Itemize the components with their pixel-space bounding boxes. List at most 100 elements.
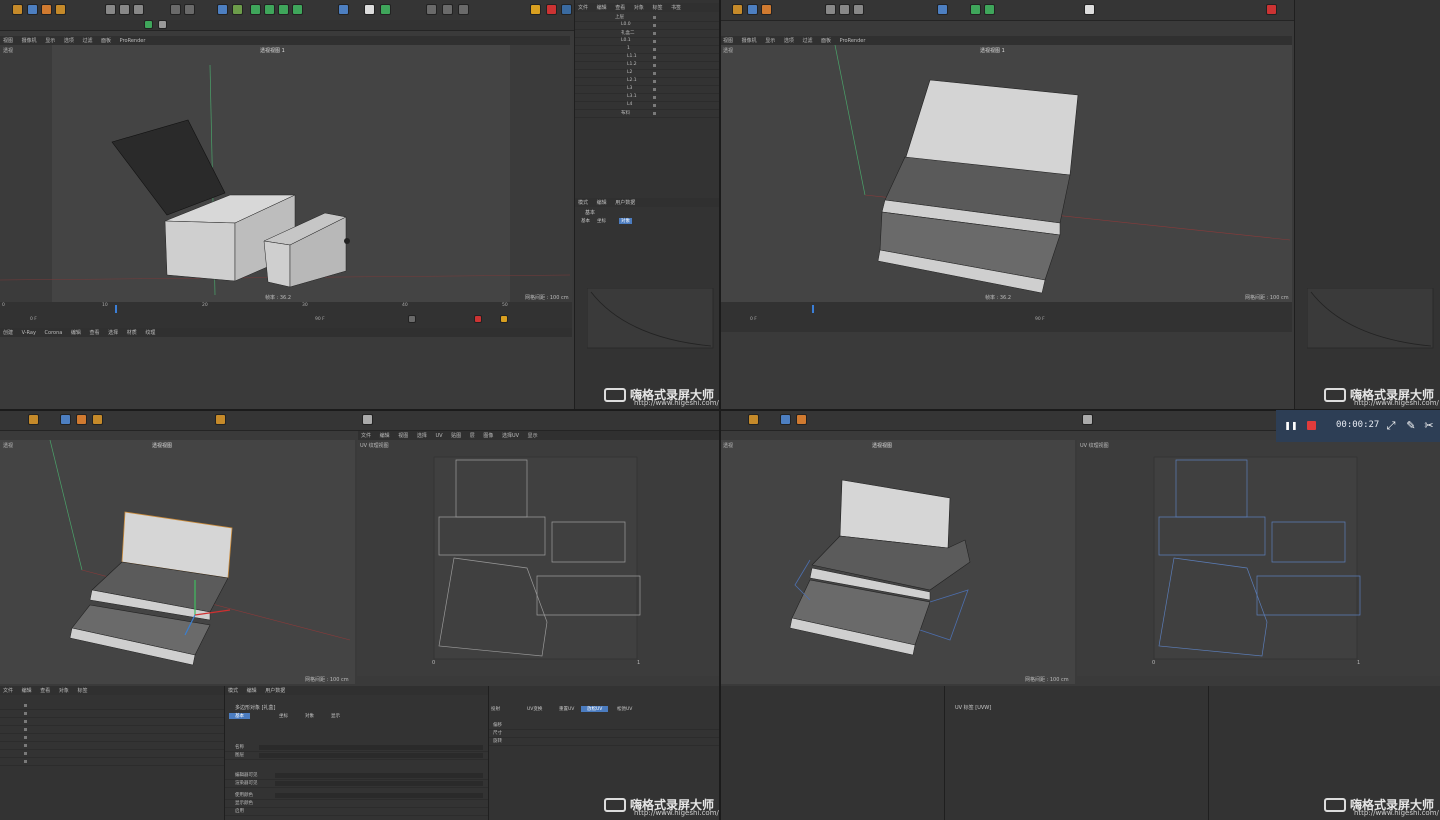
list-item[interactable]: L0.0 — [575, 22, 720, 30]
uv-menu-layer[interactable]: 层 — [470, 432, 475, 439]
y-axis-icon[interactable] — [839, 4, 850, 15]
frame-field[interactable]: 0 F — [30, 317, 37, 322]
table-row[interactable] — [0, 718, 224, 726]
list-item[interactable]: L4 — [575, 102, 720, 110]
menu-options[interactable]: 选项 — [784, 37, 794, 44]
uv-menu-file[interactable]: 文件 — [361, 432, 371, 439]
menu-edit[interactable]: 编辑 — [71, 329, 81, 336]
uv-tab[interactable]: 投射 — [491, 706, 500, 712]
uv-menu-select[interactable]: 选择 — [417, 432, 427, 439]
table-row[interactable] — [0, 750, 224, 758]
om-menu-tag[interactable]: 标签 — [77, 687, 87, 694]
undo-icon[interactable] — [12, 4, 23, 15]
record-icon[interactable] — [1266, 4, 1277, 15]
attr-tab-object[interactable]: 对象 — [619, 218, 632, 224]
sphere-icon[interactable] — [458, 4, 469, 15]
pause-button[interactable]: ❚❚ — [1284, 419, 1298, 433]
x-axis-icon[interactable] — [825, 4, 836, 15]
menu-select[interactable]: 选择 — [108, 329, 118, 336]
grid-icon[interactable] — [158, 20, 167, 29]
subdiv-icon[interactable] — [250, 4, 261, 15]
camera-icon[interactable] — [338, 4, 349, 15]
move-tool-icon[interactable] — [747, 4, 758, 15]
list-item[interactable]: L2.1 — [575, 78, 720, 86]
menu-camera[interactable]: 摄像机 — [742, 37, 757, 44]
om-menu-tag[interactable]: 标签 — [652, 4, 662, 11]
undo-icon[interactable] — [28, 414, 39, 425]
menu-panel[interactable]: 面板 — [101, 37, 111, 44]
menu-texture[interactable]: 纹理 — [145, 329, 155, 336]
record-key-icon[interactable] — [474, 315, 482, 323]
frame-end[interactable]: 90 F — [1035, 317, 1045, 322]
rotate-tool-icon[interactable] — [92, 414, 103, 425]
scale-tool-icon[interactable] — [41, 4, 52, 15]
list-item[interactable]: L0.1 — [575, 38, 720, 46]
attr-tab-basic[interactable]: 基本 — [229, 713, 250, 719]
rotate-tool-icon[interactable] — [55, 4, 66, 15]
attr-menu-edit[interactable]: 编辑 — [247, 687, 257, 694]
menu-view[interactable]: 视图 — [723, 37, 733, 44]
field-icon[interactable] — [292, 4, 303, 15]
uv-menu-map[interactable]: 贴图 — [451, 432, 461, 439]
home-icon[interactable] — [144, 20, 153, 29]
play-icon[interactable] — [408, 315, 416, 323]
vray-icon[interactable] — [426, 4, 437, 15]
light-icon[interactable] — [1084, 4, 1095, 15]
uv-menu-selectuv[interactable]: 选择UV — [502, 432, 519, 439]
z-axis-icon[interactable] — [853, 4, 864, 15]
list-item[interactable]: 上层 — [575, 14, 720, 22]
playhead[interactable] — [115, 305, 117, 313]
menu-display[interactable]: 显示 — [45, 37, 55, 44]
table-row[interactable] — [0, 742, 224, 750]
menu-vray[interactable]: V-Ray — [22, 330, 36, 336]
attr-tab-basic[interactable]: 基本 — [581, 218, 590, 224]
list-item[interactable]: L1.1 — [575, 54, 720, 62]
table-row[interactable] — [0, 726, 224, 734]
fit-button[interactable]: ⤢ — [1384, 419, 1398, 433]
move-tool-icon[interactable] — [780, 414, 791, 425]
om-menu-view[interactable]: 查看 — [615, 4, 625, 11]
scale-tool-icon[interactable] — [76, 414, 87, 425]
menu-options[interactable]: 选项 — [64, 37, 74, 44]
attr-tab-coord[interactable]: 坐标 — [279, 713, 288, 719]
attr-menu-mode[interactable]: 模式 — [578, 199, 588, 206]
array-icon[interactable] — [984, 4, 995, 15]
move-tool-icon[interactable] — [60, 414, 71, 425]
om-menu-edit[interactable]: 编辑 — [597, 4, 607, 11]
move-tool-icon[interactable] — [27, 4, 38, 15]
attr-menu-edit[interactable]: 编辑 — [597, 199, 607, 206]
om-menu-object[interactable]: 对象 — [634, 4, 644, 11]
menu-corona[interactable]: Corona — [45, 330, 63, 336]
uv-menu-display[interactable]: 显示 — [528, 432, 538, 439]
table-row[interactable] — [0, 758, 224, 766]
attr-tab-object[interactable]: 对象 — [305, 713, 314, 719]
tag-icon[interactable] — [380, 4, 391, 15]
list-item[interactable]: 礼盒二 — [575, 30, 720, 38]
edit-button[interactable]: ✎ — [1404, 419, 1418, 433]
menu-camera[interactable]: 摄像机 — [22, 37, 37, 44]
perspective-viewport[interactable]: 透视 透视视图 1 帧率 : 36.2 网格间距 : 100 cm — [0, 45, 572, 302]
table-row[interactable] — [0, 734, 224, 742]
light-icon[interactable] — [364, 4, 375, 15]
z-axis-icon[interactable] — [133, 4, 144, 15]
subdiv-icon[interactable] — [970, 4, 981, 15]
menu-view2[interactable]: 查看 — [90, 329, 100, 336]
list-item[interactable]: L1.2 — [575, 62, 720, 70]
render-view-icon[interactable] — [170, 4, 181, 15]
om-menu-edit[interactable]: 编辑 — [22, 687, 32, 694]
attr-tab-coord[interactable]: 坐标 — [597, 218, 606, 224]
om-menu-file[interactable]: 文件 — [3, 687, 13, 694]
frame-end[interactable]: 90 F — [315, 317, 325, 322]
uv-menu-view[interactable]: 视图 — [398, 432, 408, 439]
om-menu-view[interactable]: 查看 — [40, 687, 50, 694]
attr-menu-mode[interactable]: 模式 — [228, 687, 238, 694]
undo-icon[interactable] — [748, 414, 759, 425]
om-menu-bookmark[interactable]: 书签 — [671, 4, 681, 11]
perspective-viewport[interactable]: 透视 透视视图 网格间距 : 100 cm — [720, 440, 1075, 684]
uv-tab[interactable]: UV变换 — [527, 706, 542, 712]
attr-menu-userdata[interactable]: 用户数据 — [265, 687, 285, 694]
key-icon[interactable] — [500, 315, 508, 323]
array-icon[interactable] — [264, 4, 275, 15]
material-icon[interactable] — [561, 4, 572, 15]
list-item[interactable]: 布料 — [575, 110, 720, 118]
